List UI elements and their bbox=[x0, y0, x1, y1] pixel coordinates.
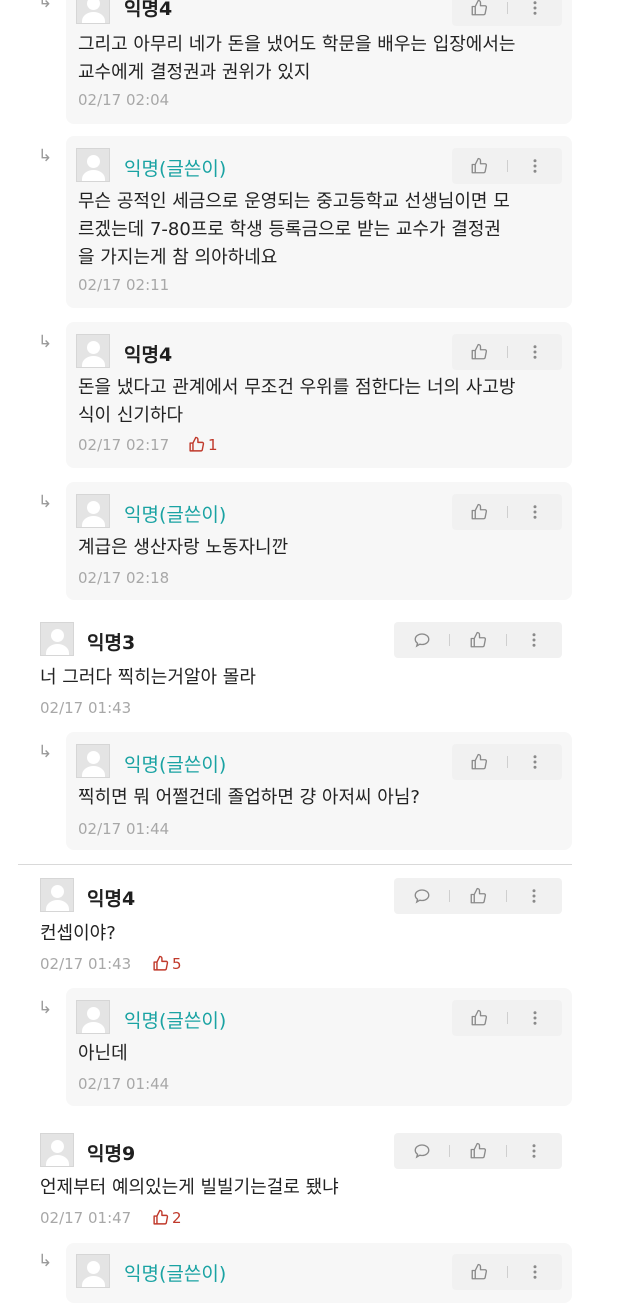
like-count: 2 bbox=[152, 1209, 182, 1227]
comment-author: 익명(글쓴이) bbox=[124, 1010, 227, 1032]
thumbs-up-icon bbox=[189, 436, 205, 452]
thumbs-up-icon[interactable] bbox=[468, 1007, 490, 1029]
reply-arrow-icon: ↳ bbox=[38, 332, 53, 352]
thumbs-up-icon[interactable] bbox=[468, 751, 490, 773]
more-vertical-icon[interactable] bbox=[524, 1007, 546, 1029]
reply-arrow-icon: ↳ bbox=[38, 1251, 53, 1271]
reply-arrow-icon: ↳ bbox=[38, 0, 53, 12]
thumbs-up-icon[interactable] bbox=[467, 885, 489, 907]
comment-text: 너 그러다 찍히는거알아 몰라 bbox=[40, 667, 256, 688]
reply-arrow-icon: ↳ bbox=[38, 146, 53, 166]
comment-author: 익명4 bbox=[124, 344, 173, 366]
comment-time: 02/17 01:44 bbox=[78, 1075, 170, 1093]
thumbs-up-icon[interactable] bbox=[468, 155, 490, 177]
avatar bbox=[40, 878, 74, 912]
avatar bbox=[40, 622, 74, 656]
comment-author: 익명(글쓴이) bbox=[124, 754, 227, 776]
comment-time: 02/17 01:44 bbox=[78, 820, 170, 838]
thumbs-up-icon[interactable] bbox=[468, 501, 490, 523]
comment-actions bbox=[394, 622, 562, 658]
avatar bbox=[76, 148, 110, 182]
comment-text: 아닌데 bbox=[78, 1043, 128, 1064]
avatar bbox=[76, 744, 110, 778]
avatar bbox=[76, 494, 110, 528]
comment-time: 02/17 01:47 bbox=[40, 1209, 132, 1227]
reply-arrow-icon: ↳ bbox=[38, 742, 53, 762]
comment-icon[interactable] bbox=[411, 629, 433, 651]
comment-time: 02/17 02:04 bbox=[78, 91, 170, 109]
more-vertical-icon[interactable] bbox=[524, 751, 546, 773]
avatar bbox=[76, 1000, 110, 1034]
comment-icon[interactable] bbox=[411, 885, 433, 907]
like-count-value: 5 bbox=[172, 955, 182, 973]
like-count: 5 bbox=[152, 955, 182, 973]
more-vertical-icon[interactable] bbox=[524, 0, 546, 19]
comment-time: 02/17 01:43 bbox=[40, 699, 132, 717]
comment-time: 02/17 01:43 bbox=[40, 955, 132, 973]
comment-text: 그리고 아무리 네가 돈을 냈어도 학문을 배우는 입장에서는 교수에게 결정권… bbox=[78, 34, 516, 83]
comment-text: 컨셉이야? bbox=[40, 923, 116, 944]
comment-author: 익명(글쓴이) bbox=[124, 504, 227, 526]
avatar bbox=[76, 0, 110, 24]
thumbs-up-icon bbox=[153, 955, 169, 971]
comment-actions bbox=[394, 1133, 562, 1169]
more-vertical-icon[interactable] bbox=[524, 341, 546, 363]
comment-text: 무슨 공적인 세금으로 운영되는 중고등학교 선생님이면 모 르겠는데 7-80… bbox=[78, 191, 510, 268]
comment-text: 찍히면 뭐 어쩔건데 졸업하면 걍 아저씨 아님? bbox=[78, 787, 420, 808]
comment-actions bbox=[452, 1254, 562, 1290]
avatar bbox=[76, 1254, 110, 1288]
comment-actions bbox=[452, 0, 562, 26]
like-count: 1 bbox=[188, 436, 218, 454]
more-vertical-icon[interactable] bbox=[524, 155, 546, 177]
reply-arrow-icon: ↳ bbox=[38, 998, 53, 1018]
comment-author: 익명(글쓴이) bbox=[124, 158, 227, 180]
more-vertical-icon[interactable] bbox=[523, 629, 545, 651]
avatar bbox=[76, 334, 110, 368]
comment-actions bbox=[452, 744, 562, 780]
thumbs-up-icon[interactable] bbox=[468, 341, 490, 363]
avatar bbox=[40, 1133, 74, 1167]
comment-time: 02/17 02:11 bbox=[78, 276, 170, 294]
comment-author: 익명4 bbox=[124, 0, 173, 20]
comment-author: 익명4 bbox=[87, 888, 136, 910]
comment-actions bbox=[452, 334, 562, 370]
comment-text: 언제부터 예의있는게 빌빌기는걸로 됐냐 bbox=[40, 1177, 339, 1198]
divider bbox=[18, 864, 572, 865]
comment-icon[interactable] bbox=[411, 1140, 433, 1162]
more-vertical-icon[interactable] bbox=[523, 1140, 545, 1162]
more-vertical-icon[interactable] bbox=[524, 501, 546, 523]
comment-actions bbox=[452, 494, 562, 530]
comment-author: 익명3 bbox=[87, 632, 136, 654]
thumbs-up-icon[interactable] bbox=[467, 1140, 489, 1162]
comment-text: 계급은 생산자랑 노동자니깐 bbox=[78, 537, 289, 558]
thumbs-up-icon bbox=[153, 1209, 169, 1225]
comment-time: 02/17 02:17 bbox=[78, 436, 170, 454]
thumbs-up-icon[interactable] bbox=[467, 629, 489, 651]
thumbs-up-icon[interactable] bbox=[468, 0, 490, 19]
like-count-value: 1 bbox=[208, 436, 218, 454]
comment-author: 익명(글쓴이) bbox=[124, 1263, 227, 1285]
comment-time: 02/17 02:18 bbox=[78, 569, 170, 587]
comment-actions bbox=[394, 878, 562, 914]
comment-actions bbox=[452, 1000, 562, 1036]
comment-text: 돈을 냈다고 관계에서 무조건 우위를 점한다는 너의 사고방 식이 신기하다 bbox=[78, 377, 516, 426]
like-count-value: 2 bbox=[172, 1209, 182, 1227]
reply-arrow-icon: ↳ bbox=[38, 492, 53, 512]
comment-author: 익명9 bbox=[87, 1143, 136, 1165]
comment-actions bbox=[452, 148, 562, 184]
more-vertical-icon[interactable] bbox=[523, 885, 545, 907]
